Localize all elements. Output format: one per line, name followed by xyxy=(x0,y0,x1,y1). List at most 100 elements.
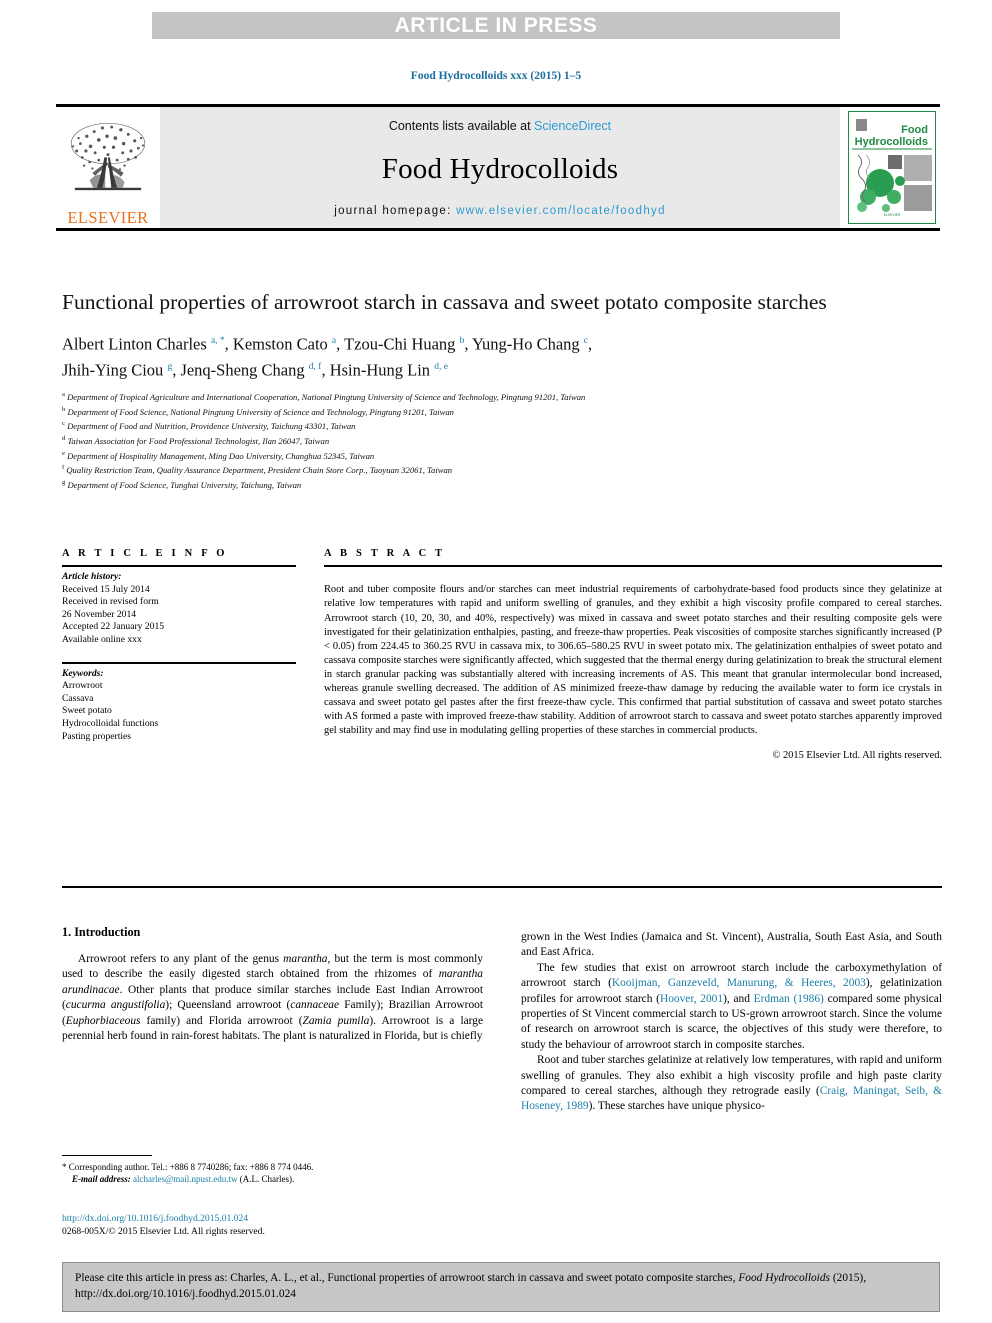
author-name: Yung-Ho Chang xyxy=(471,334,584,354)
article-history-item: Available online xxx xyxy=(62,633,142,645)
page-title: Functional properties of arrowroot starc… xyxy=(62,290,827,314)
article-info-heading: A R T I C L E I N F O xyxy=(62,548,228,559)
svg-text:Hydrocolloids: Hydrocolloids xyxy=(855,136,928,148)
affiliation-mark: a xyxy=(62,391,65,398)
author-list: Albert Linton Charles a, *, Kemston Cato… xyxy=(62,330,942,381)
affiliation-list: a Department of Tropical Agriculture and… xyxy=(62,389,942,492)
author-affiliation-mark: a xyxy=(331,336,337,346)
body-columns: 1. Introduction Arrowroot refers to any … xyxy=(62,925,942,1112)
elsevier-tree-icon xyxy=(70,123,146,191)
info-and-abstract: A R T I C L E I N F O Article history: R… xyxy=(62,548,942,761)
abstract-rule-top xyxy=(324,565,942,567)
author-name: Jhih-Ying Ciou xyxy=(62,360,168,379)
article-history-item: Received 15 July 2014 xyxy=(62,583,150,595)
keywords-items: Arrowroot Cassava Sweet potato Hydrocolloid… xyxy=(62,680,296,743)
affiliation-mark: f xyxy=(62,464,65,472)
journal-masthead: ELSEVIER Contents lists available at Sci… xyxy=(56,104,940,231)
keyword-item: Hydrocolloidal functions xyxy=(62,717,159,729)
journal-cover-image: Food Hydrocolloids ELSEVIER xyxy=(848,111,936,224)
article-in-press-banner: ARTICLE IN PRESS xyxy=(152,12,840,39)
author-affiliation-mark: d, e xyxy=(434,361,448,372)
affiliation-item: b Department of Food Science, National P… xyxy=(62,405,454,417)
doi-and-issn-block: http://dx.doi.org/10.1016/j.foodhyd.2015… xyxy=(62,1212,483,1238)
elsevier-logo: ELSEVIER xyxy=(56,107,160,228)
keywords-block: Keywords: Arrowroot Cassava Sweet potato Hy… xyxy=(62,664,296,744)
contents-available-line: Contents lists available at ScienceDirec… xyxy=(389,119,611,133)
author-name: Albert Linton Charles xyxy=(62,334,211,354)
abstract-heading: A B S T R A C T xyxy=(324,548,446,559)
journal-title: Food Hydrocolloids xyxy=(381,152,619,185)
keywords-label: Keywords: xyxy=(62,667,104,679)
article-history-item: Accepted 22 January 2015 xyxy=(62,621,165,633)
article-history-items: Received 15 July 2014 Received in revised… xyxy=(62,584,296,647)
corresponding-author-note: * Corresponding author. Tel.: +886 8 774… xyxy=(62,1161,483,1186)
intro-paragraph-3: Root and tuber starches gelatinize at re… xyxy=(521,1054,942,1113)
running-head-citation: Food Hydrocolloids xxx (2015) 1–5 xyxy=(410,70,582,82)
abstract-text: Root and tuber composite flours and/or s… xyxy=(324,584,942,737)
intro-paragraph-2: The few studies that exist on arrowroot … xyxy=(521,961,943,1051)
journal-homepage-link[interactable]: www.elsevier.com/locate/foodhyd xyxy=(456,205,666,217)
svg-text:ELSEVIER: ELSEVIER xyxy=(884,213,901,217)
keyword-item: Sweet potato xyxy=(62,705,112,717)
affiliation-mark: b xyxy=(62,405,66,413)
author-name: Tzou-Chi Huang xyxy=(344,334,460,354)
body-column-left: 1. Introduction Arrowroot refers to any … xyxy=(62,925,483,1110)
article-history-item: Received in revised form xyxy=(62,596,159,608)
author-affiliation-mark: a, * xyxy=(210,336,225,346)
affiliation-item: d Taiwan Association for Food Profession… xyxy=(62,434,330,446)
affiliation-item: e Department of Hospitality Management, … xyxy=(62,449,375,461)
keyword-item: Pasting properties xyxy=(62,730,132,742)
author-affiliation-mark: g xyxy=(167,361,173,372)
article-history-label: Article history: xyxy=(62,571,122,582)
title-block: Functional properties of arrowroot starc… xyxy=(62,288,942,492)
masthead-center: Contents lists available at ScienceDirec… xyxy=(160,107,840,228)
svg-text:Food: Food xyxy=(901,124,928,136)
affiliation-item: c Department of Food and Nutrition, Prov… xyxy=(62,420,356,432)
intro-paragraph-continuation: grown in the West Indies (Jamaica and St… xyxy=(521,931,942,959)
keyword-item: Arrowroot xyxy=(62,680,103,692)
journal-cover-thumbnail: Food Hydrocolloids ELSEVIER xyxy=(840,107,940,228)
affiliation-mark: g xyxy=(62,478,66,486)
affiliation-mark: e xyxy=(62,449,65,457)
author-name: Jenq-Sheng Chang xyxy=(180,360,309,379)
footnote-area: * Corresponding author. Tel.: +886 8 774… xyxy=(62,1155,483,1186)
intro-paragraph-1: Arrowroot refers to any plant of the gen… xyxy=(62,953,484,1043)
doi-link[interactable]: http://dx.doi.org/10.1016/j.foodhyd.2015… xyxy=(62,1212,483,1225)
abstract-bottom-rule xyxy=(62,886,942,888)
keyword-item: Cassava xyxy=(62,692,94,704)
section-heading-introduction: 1. Introduction xyxy=(62,925,141,939)
sciencedirect-link[interactable]: ScienceDirect xyxy=(534,119,611,133)
affiliation-item: a Department of Tropical Agriculture and… xyxy=(62,391,586,402)
cite-line-1: Please cite this article in press as: Ch… xyxy=(75,1272,736,1284)
affiliation-item: g Department of Food Science, Tunghai Un… xyxy=(62,478,302,490)
contents-prefix-text: Contents lists available at xyxy=(388,119,535,133)
author-affiliation-mark: c xyxy=(583,336,588,346)
email-address-link[interactable]: alcharles@mail.npust.edu.tw xyxy=(133,1174,238,1184)
author-line-1: Albert Linton Charles a, *, Kemston Cato… xyxy=(62,334,593,354)
email-owner-text: (A.L. Charles). xyxy=(239,1174,295,1185)
email-address-label: E-mail address: xyxy=(72,1174,131,1185)
corresponding-author-text: Corresponding author. Tel.: +886 8 77402… xyxy=(68,1162,314,1172)
abstract-column: A B S T R A C T Root and tuber composite… xyxy=(324,548,942,761)
cite-journal-name: Food Hydrocolloids xyxy=(738,1272,830,1284)
issn-copyright-line: 0268-005X/© 2015 Elsevier Ltd. All right… xyxy=(62,1226,265,1238)
journal-homepage-line: journal homepage: www.elsevier.com/locat… xyxy=(334,205,666,217)
author-line-2: Jhih-Ying Ciou g, Jenq-Sheng Chang d, f,… xyxy=(62,360,448,379)
affiliation-mark: d xyxy=(62,434,66,442)
affiliation-item: f Quality Restriction Team, Quality Assu… xyxy=(62,464,453,476)
article-history-block: Article history: Received 15 July 2014 Re… xyxy=(62,567,296,647)
footnote-divider xyxy=(62,1155,152,1156)
author-name: Hsin-Hung Lin xyxy=(329,360,435,379)
author-affiliation-mark: d, f xyxy=(308,361,322,372)
affiliation-mark: c xyxy=(62,420,65,428)
body-column-right: grown in the West Indies (Jamaica and St… xyxy=(521,930,942,1115)
author-name: Kemston Cato xyxy=(232,334,332,354)
author-affiliation-mark: b xyxy=(459,336,465,346)
homepage-label: journal homepage: xyxy=(334,205,457,217)
article-info-column: A R T I C L E I N F O Article history: R… xyxy=(62,548,296,761)
article-history-item: 26 November 2014 xyxy=(62,608,137,620)
abstract-copyright: © 2015 Elsevier Ltd. All rights reserved… xyxy=(772,750,943,762)
cite-this-article-box: Please cite this article in press as: Ch… xyxy=(62,1262,940,1312)
asterisk-icon: * xyxy=(62,1162,67,1172)
